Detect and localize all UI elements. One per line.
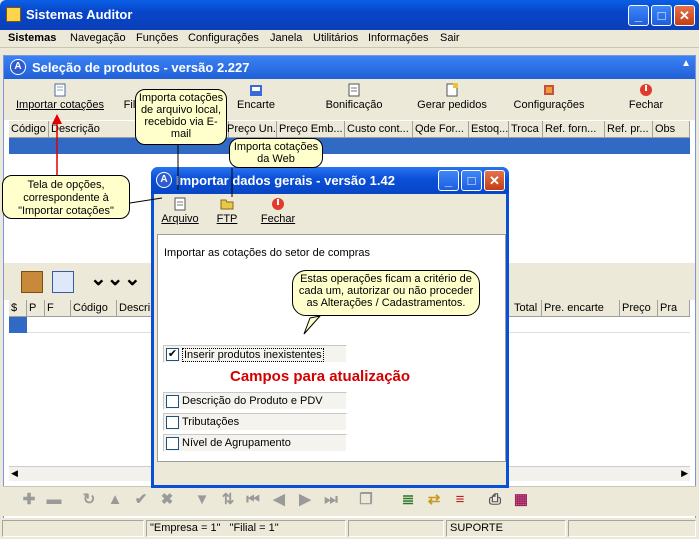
pointer-line <box>129 197 163 204</box>
arrow-head <box>52 114 62 124</box>
callout-tail <box>303 315 322 335</box>
callout-arrows <box>52 114 322 335</box>
